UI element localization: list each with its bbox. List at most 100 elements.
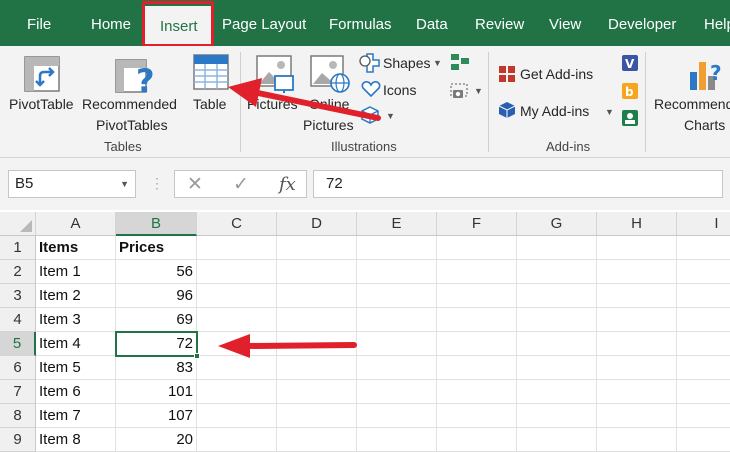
- name-box[interactable]: B5 ▼: [8, 170, 136, 198]
- cell-i4[interactable]: [677, 308, 730, 332]
- column-header-b[interactable]: B: [116, 212, 197, 236]
- bing-icon[interactable]: b: [621, 82, 639, 100]
- cell-d6[interactable]: [277, 356, 357, 380]
- cell-d8[interactable]: [277, 404, 357, 428]
- cell-c4[interactable]: [197, 308, 277, 332]
- cell-c3[interactable]: [197, 284, 277, 308]
- cell-e9[interactable]: [357, 428, 437, 452]
- cell-i3[interactable]: [677, 284, 730, 308]
- cell-c1[interactable]: [197, 236, 277, 260]
- cell-e3[interactable]: [357, 284, 437, 308]
- cell-f2[interactable]: [437, 260, 517, 284]
- cell-e2[interactable]: [357, 260, 437, 284]
- cell-f3[interactable]: [437, 284, 517, 308]
- column-header-i[interactable]: I: [677, 212, 730, 236]
- cell-f5[interactable]: [437, 332, 517, 356]
- cell-b1[interactable]: Prices: [116, 236, 197, 260]
- cell-b4[interactable]: 69: [116, 308, 197, 332]
- row-header-7[interactable]: 7: [0, 380, 36, 404]
- cell-b6[interactable]: 83: [116, 356, 197, 380]
- cell-b5[interactable]: 72: [116, 332, 197, 356]
- cell-g6[interactable]: [517, 356, 597, 380]
- cell-a8[interactable]: Item 7: [36, 404, 116, 428]
- cell-e7[interactable]: [357, 380, 437, 404]
- cell-h1[interactable]: [597, 236, 677, 260]
- cell-a5[interactable]: Item 4: [36, 332, 116, 356]
- row-header-9[interactable]: 9: [0, 428, 36, 452]
- cell-b7[interactable]: 101: [116, 380, 197, 404]
- row-header-1[interactable]: 1: [0, 236, 36, 260]
- cell-h7[interactable]: [597, 380, 677, 404]
- cell-a3[interactable]: Item 2: [36, 284, 116, 308]
- tab-formulas[interactable]: Formulas: [329, 0, 392, 46]
- cell-c7[interactable]: [197, 380, 277, 404]
- cell-a2[interactable]: Item 1: [36, 260, 116, 284]
- column-header-c[interactable]: C: [197, 212, 277, 236]
- cell-i2[interactable]: [677, 260, 730, 284]
- cell-g7[interactable]: [517, 380, 597, 404]
- cell-a9[interactable]: Item 8: [36, 428, 116, 452]
- row-header-3[interactable]: 3: [0, 284, 36, 308]
- visio-icon[interactable]: V: [621, 54, 639, 72]
- cell-b8[interactable]: 107: [116, 404, 197, 428]
- cell-c6[interactable]: [197, 356, 277, 380]
- cell-e1[interactable]: [357, 236, 437, 260]
- cell-h2[interactable]: [597, 260, 677, 284]
- cell-f6[interactable]: [437, 356, 517, 380]
- cell-a1[interactable]: Items: [36, 236, 116, 260]
- cell-b3[interactable]: 96: [116, 284, 197, 308]
- cell-c5[interactable]: [197, 332, 277, 356]
- tab-view[interactable]: View: [549, 0, 581, 46]
- cell-c8[interactable]: [197, 404, 277, 428]
- column-header-a[interactable]: A: [36, 212, 116, 236]
- cell-i5[interactable]: [677, 332, 730, 356]
- enter-icon[interactable]: ✓: [233, 173, 249, 196]
- fill-handle[interactable]: [194, 353, 200, 359]
- cell-h8[interactable]: [597, 404, 677, 428]
- select-all-button[interactable]: [0, 212, 36, 236]
- cell-g8[interactable]: [517, 404, 597, 428]
- cell-c2[interactable]: [197, 260, 277, 284]
- cell-f1[interactable]: [437, 236, 517, 260]
- column-header-e[interactable]: E: [357, 212, 437, 236]
- cell-g3[interactable]: [517, 284, 597, 308]
- cell-i1[interactable]: [677, 236, 730, 260]
- cell-d5[interactable]: [277, 332, 357, 356]
- people-graph-icon[interactable]: [621, 109, 639, 127]
- column-header-d[interactable]: D: [277, 212, 357, 236]
- cell-a7[interactable]: Item 6: [36, 380, 116, 404]
- cell-i8[interactable]: [677, 404, 730, 428]
- cell-h9[interactable]: [597, 428, 677, 452]
- cell-e4[interactable]: [357, 308, 437, 332]
- cell-e6[interactable]: [357, 356, 437, 380]
- tab-review[interactable]: Review: [475, 0, 524, 46]
- cell-h3[interactable]: [597, 284, 677, 308]
- cell-h5[interactable]: [597, 332, 677, 356]
- tab-help[interactable]: Help: [704, 0, 730, 46]
- cell-c9[interactable]: [197, 428, 277, 452]
- cell-i9[interactable]: [677, 428, 730, 452]
- cell-g1[interactable]: [517, 236, 597, 260]
- tab-file[interactable]: File: [27, 0, 51, 46]
- column-header-h[interactable]: H: [597, 212, 677, 236]
- cell-i7[interactable]: [677, 380, 730, 404]
- cell-g9[interactable]: [517, 428, 597, 452]
- insert-function-button[interactable]: fx: [279, 174, 296, 195]
- row-header-6[interactable]: 6: [0, 356, 36, 380]
- cell-f7[interactable]: [437, 380, 517, 404]
- cell-a4[interactable]: Item 3: [36, 308, 116, 332]
- column-header-g[interactable]: G: [517, 212, 597, 236]
- cancel-icon[interactable]: ✕: [187, 173, 203, 196]
- tab-page-layout[interactable]: Page Layout: [222, 0, 306, 46]
- formula-input[interactable]: 72: [313, 170, 723, 198]
- screenshot-icon[interactable]: [449, 80, 471, 100]
- cell-d3[interactable]: [277, 284, 357, 308]
- row-header-4[interactable]: 4: [0, 308, 36, 332]
- cell-a6[interactable]: Item 5: [36, 356, 116, 380]
- cell-d2[interactable]: [277, 260, 357, 284]
- cell-d4[interactable]: [277, 308, 357, 332]
- cell-h6[interactable]: [597, 356, 677, 380]
- cell-g5[interactable]: [517, 332, 597, 356]
- cell-d1[interactable]: [277, 236, 357, 260]
- name-box-dropdown-icon[interactable]: ▼: [120, 171, 129, 197]
